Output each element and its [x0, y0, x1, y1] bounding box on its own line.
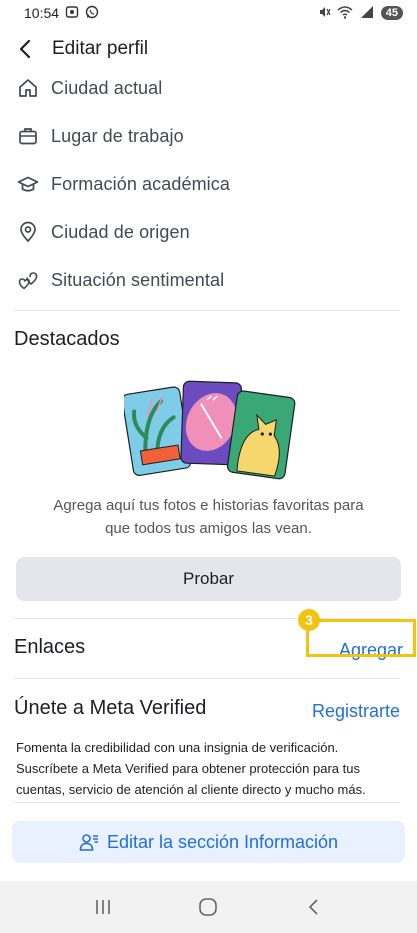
edit-info-button[interactable]: Editar la sección Información	[12, 821, 405, 863]
recent-apps-button[interactable]	[83, 887, 123, 927]
meta-verified-title: Únete a Meta Verified	[14, 697, 207, 719]
try-button[interactable]: Probar	[16, 557, 401, 601]
meta-verified-description-line: cuentas, servicio de atención al cliente…	[16, 782, 366, 797]
featured-illustration	[121, 376, 296, 484]
system-nav-bar	[0, 881, 417, 933]
home-icon	[16, 76, 40, 100]
status-right: 45	[317, 5, 403, 22]
system-back-button[interactable]	[294, 887, 334, 927]
page-title: Editar perfil	[52, 38, 149, 59]
status-bar: 10:54 45	[0, 0, 417, 26]
detail-item-current-city[interactable]: Ciudad actual	[0, 64, 417, 112]
battery-indicator: 45	[380, 6, 403, 20]
signal-icon	[359, 5, 375, 22]
meta-verified-description-line: Fomenta la credibilidad con una insignia…	[16, 740, 339, 755]
chevron-left-icon	[309, 899, 318, 915]
featured-title: Destacados	[14, 328, 120, 350]
status-left: 10:54	[24, 5, 99, 22]
mute-icon	[317, 5, 331, 22]
detail-item-label: Situación sentimental	[51, 269, 225, 290]
details-list: Ciudad actual Lugar de trabajo Formación…	[0, 64, 417, 304]
wifi-icon	[337, 5, 353, 22]
divider	[14, 678, 400, 679]
detail-item-education[interactable]: Formación académica	[0, 160, 417, 208]
divider	[14, 310, 400, 311]
annotation-badge: 3	[298, 609, 320, 631]
divider	[14, 802, 400, 803]
briefcase-icon	[16, 124, 40, 148]
home-button[interactable]	[188, 887, 228, 927]
home-circle-icon	[199, 898, 218, 916]
detail-item-label: Formación académica	[51, 173, 230, 194]
featured-description-line: que todos tus amigos las vean.	[105, 520, 312, 537]
detail-item-label: Lugar de trabajo	[51, 125, 184, 146]
meta-verified-description: Fomenta la credibilidad con una insignia…	[16, 737, 406, 800]
detail-item-label: Ciudad de origen	[51, 221, 190, 242]
detail-item-workplace[interactable]: Lugar de trabajo	[0, 112, 417, 160]
detail-item-label: Ciudad actual	[51, 77, 163, 98]
annotation-highlight	[306, 619, 416, 657]
meta-verified-description-line: Suscríbete a Meta Verified para obtener …	[16, 761, 360, 776]
back-button[interactable]	[14, 37, 38, 61]
register-button[interactable]: Registrarte	[312, 701, 400, 722]
screenshot-icon	[65, 5, 79, 22]
arrow-left-icon	[19, 39, 31, 59]
edit-info-label: Editar la sección Información	[106, 831, 339, 852]
graduation-cap-icon	[16, 172, 40, 196]
links-title: Enlaces	[14, 636, 86, 658]
recent-apps-icon	[96, 900, 110, 914]
detail-item-relationship[interactable]: Situación sentimental	[0, 256, 417, 304]
featured-description-line: Agrega aquí tus fotos e historias favori…	[53, 497, 364, 514]
location-pin-icon	[16, 220, 40, 244]
featured-description: Agrega aquí tus fotos e historias favori…	[20, 494, 397, 540]
detail-item-hometown[interactable]: Ciudad de origen	[0, 208, 417, 256]
whatsapp-icon	[85, 5, 99, 22]
hearts-icon	[16, 268, 40, 292]
profile-list-icon	[79, 832, 99, 852]
status-time: 10:54	[24, 5, 60, 21]
